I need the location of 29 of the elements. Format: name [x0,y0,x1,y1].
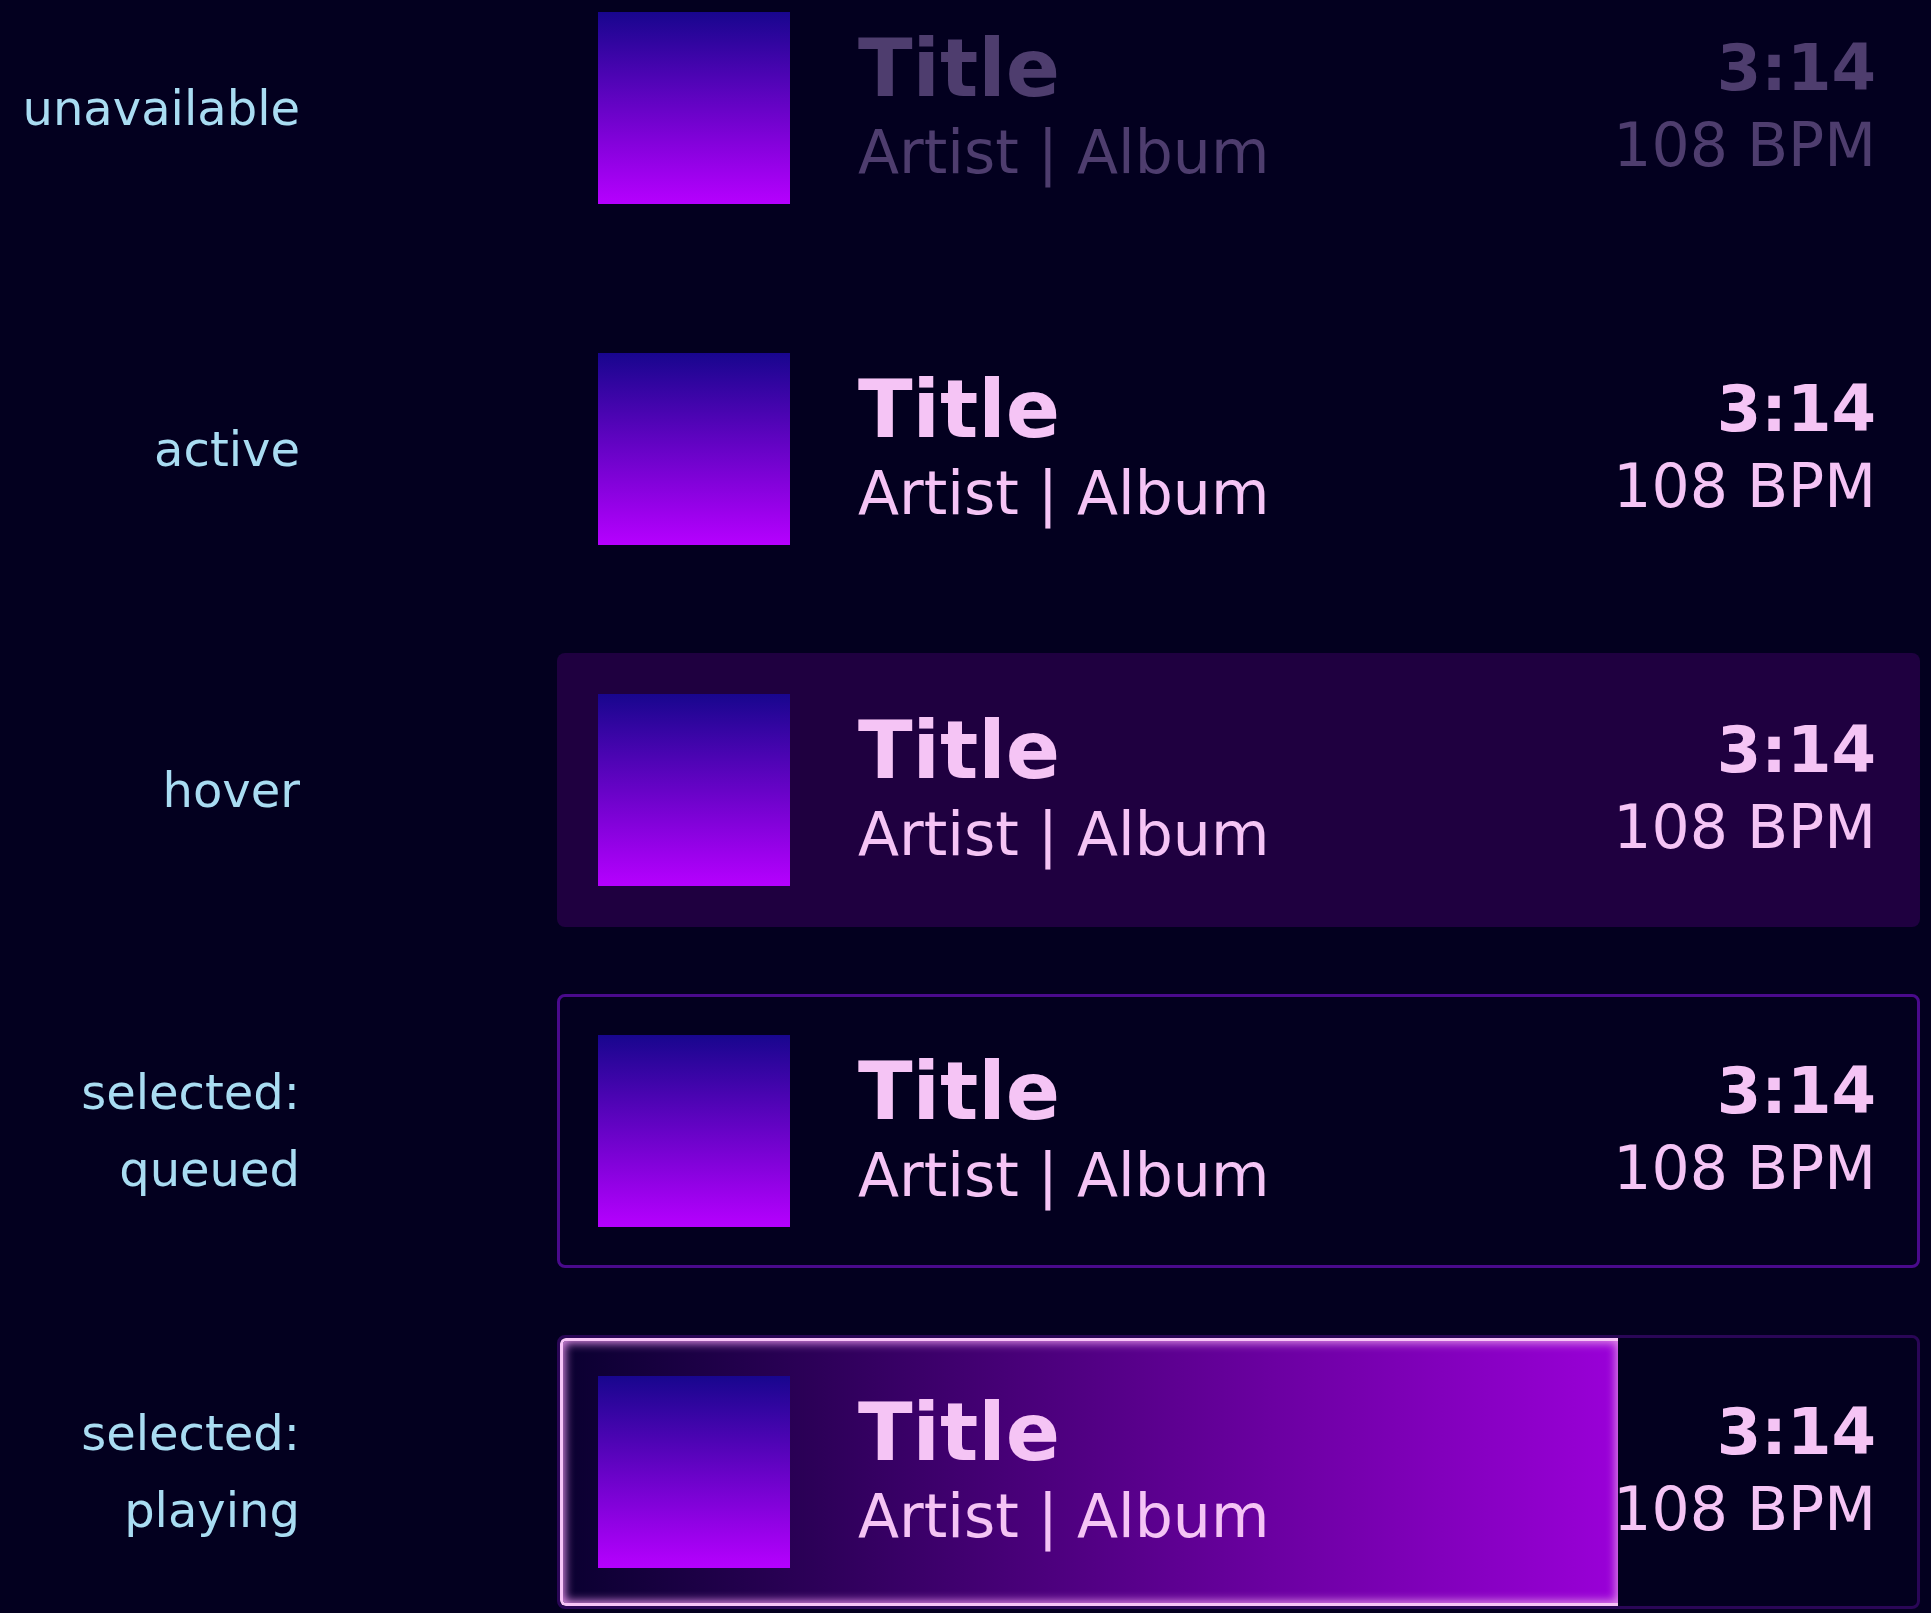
track-duration: 3:14 [1716,373,1876,447]
artist-album: Artist | Album [858,1139,1270,1213]
track-row[interactable]: Title Artist | Album 3:14 108 BPM [557,994,1920,1268]
artist-album: Artist | Album [858,1480,1270,1554]
track-duration: 3:14 [1716,714,1876,788]
track-duration: 3:14 [1716,1396,1876,1470]
track-title: Title [858,707,1061,795]
track-bpm: 108 BPM [1613,449,1876,523]
track-row[interactable]: Title Artist | Album 3:14 108 BPM [557,653,1920,927]
track-bpm: 108 BPM [1613,1472,1876,1546]
state-label: active [153,419,300,479]
track-bpm: 108 BPM [1613,1131,1876,1205]
track-title: Title [858,1389,1061,1477]
state-label: selected: playing [80,1404,300,1540]
track-bpm: 108 BPM [1613,790,1876,864]
track-row[interactable]: Title Artist | Album 3:14 108 BPM [557,1335,1920,1609]
track-bpm: 108 BPM [1613,108,1876,182]
track-title: Title [858,25,1061,113]
track-duration: 3:14 [1716,32,1876,106]
track-title: Title [858,366,1061,454]
artist-album: Artist | Album [858,798,1270,872]
artist-album: Artist | Album [858,457,1270,531]
state-label: hover [161,760,300,820]
artist-album: Artist | Album [858,116,1270,190]
track-duration: 3:14 [1716,1055,1876,1129]
state-label: unavailable [21,78,300,138]
track-row[interactable]: Title Artist | Album 3:14 108 BPM [557,312,1920,586]
state-label: selected: queued [80,1063,300,1199]
track-title: Title [858,1048,1061,1136]
